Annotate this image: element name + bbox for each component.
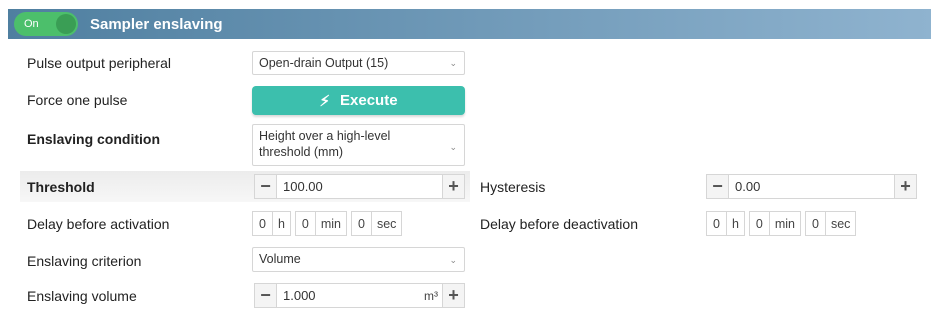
chevron-down-icon: ⌄: [449, 142, 457, 152]
enable-toggle[interactable]: On: [14, 12, 78, 36]
threshold-value[interactable]: 100.00: [277, 179, 442, 194]
pulse-output-label: Pulse output peripheral: [27, 55, 171, 71]
seconds-unit: sec: [830, 216, 851, 231]
delay-activation-label: Delay before activation: [27, 216, 170, 232]
minutes-unit: min: [320, 216, 342, 231]
enslaving-condition-select[interactable]: Height over a high-level threshold (mm) …: [252, 124, 465, 166]
delay-activation-minutes[interactable]: 0 min: [294, 211, 348, 236]
delay-activation-hours[interactable]: 0 h: [252, 211, 291, 236]
delay-deactivation-seconds[interactable]: 0 sec: [805, 211, 857, 236]
minus-icon[interactable]: −: [255, 284, 277, 307]
minus-icon[interactable]: −: [255, 175, 277, 198]
minutes-unit: min: [774, 216, 796, 231]
minutes-value[interactable]: 0: [750, 212, 770, 235]
threshold-label: Threshold: [27, 179, 95, 195]
execute-button-label: Execute: [340, 92, 398, 109]
plus-icon[interactable]: +: [442, 284, 464, 307]
section-header: On Sampler enslaving: [8, 9, 931, 39]
section-title: Sampler enslaving: [90, 15, 223, 33]
chevron-down-icon: ⌄: [449, 254, 457, 265]
toggle-knob: [56, 14, 76, 34]
hysteresis-label: Hysteresis: [480, 179, 546, 195]
delay-activation-inputs: 0 h 0 min 0 sec: [252, 211, 403, 236]
lightning-bolt-icon: ⚡︎: [319, 92, 330, 110]
toggle-label: On: [24, 18, 39, 30]
plus-icon[interactable]: +: [894, 175, 916, 198]
threshold-stepper[interactable]: − 100.00 +: [254, 174, 465, 199]
pulse-output-value: Open-drain Output (15): [259, 56, 389, 70]
volume-unit: m³: [424, 288, 438, 303]
enslaving-criterion-select[interactable]: Volume ⌄: [252, 247, 465, 272]
enslaving-criterion-label: Enslaving criterion: [27, 253, 142, 269]
delay-deactivation-inputs: 0 h 0 min 0 sec: [706, 211, 857, 236]
hours-unit: h: [731, 216, 739, 231]
force-pulse-label: Force one pulse: [27, 92, 128, 108]
delay-deactivation-minutes[interactable]: 0 min: [748, 211, 802, 236]
hysteresis-stepper[interactable]: − 0.00 +: [706, 174, 917, 199]
enslaving-volume-stepper[interactable]: − 1.000 m³ +: [254, 283, 465, 308]
hours-value[interactable]: 0: [253, 212, 273, 235]
delay-activation-seconds[interactable]: 0 sec: [351, 211, 403, 236]
enslaving-criterion-value: Volume: [259, 252, 301, 266]
seconds-value[interactable]: 0: [352, 212, 372, 235]
execute-button[interactable]: ⚡︎ Execute: [252, 86, 465, 115]
pulse-output-select[interactable]: Open-drain Output (15) ⌄: [252, 51, 465, 75]
minutes-value[interactable]: 0: [296, 212, 316, 235]
delay-deactivation-label: Delay before deactivation: [480, 216, 638, 232]
seconds-unit: sec: [376, 216, 397, 231]
seconds-value[interactable]: 0: [806, 212, 826, 235]
hysteresis-value[interactable]: 0.00: [729, 179, 894, 194]
enslaving-condition-label: Enslaving condition: [27, 131, 161, 147]
enslaving-volume-value[interactable]: 1.000: [277, 288, 424, 303]
enslaving-condition-value-line1: Height over a high-level: [259, 129, 391, 143]
hours-unit: h: [277, 216, 285, 231]
enslaving-volume-label: Enslaving volume: [27, 288, 137, 304]
enslaving-condition-value-line2: threshold (mm): [259, 145, 344, 159]
delay-deactivation-hours[interactable]: 0 h: [706, 211, 745, 236]
hours-value[interactable]: 0: [707, 212, 727, 235]
plus-icon[interactable]: +: [442, 175, 464, 198]
chevron-down-icon: ⌄: [449, 58, 457, 68]
minus-icon[interactable]: −: [707, 175, 729, 198]
